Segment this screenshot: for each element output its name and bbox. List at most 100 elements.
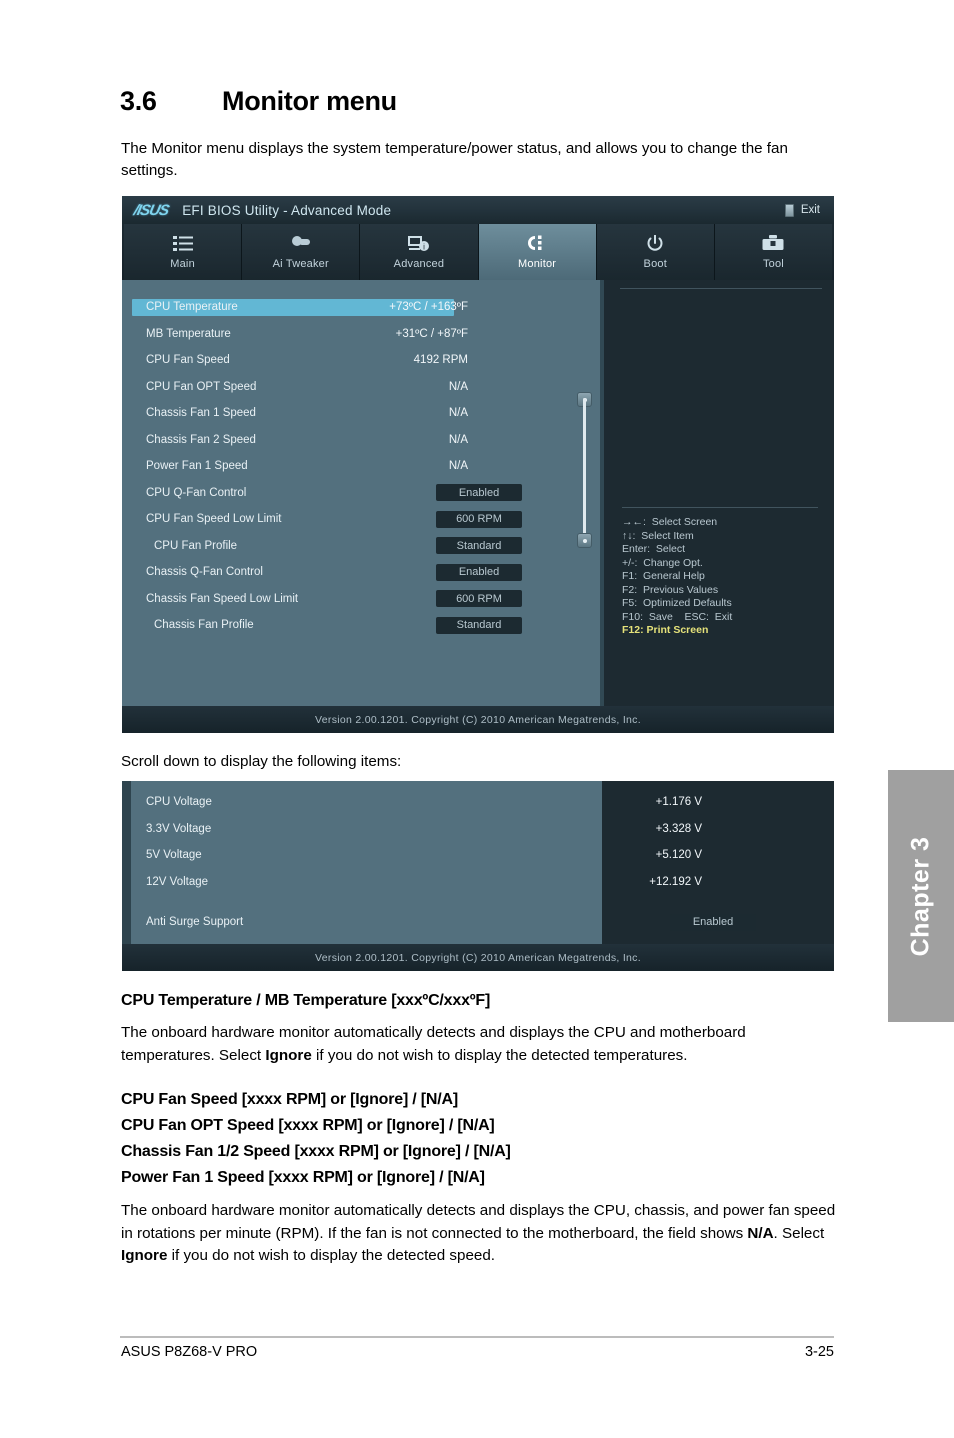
exit-label: Exit xyxy=(800,204,820,216)
setting-label: CPU Fan Speed Low Limit xyxy=(146,513,282,526)
exit-button[interactable]: Exit xyxy=(784,203,820,217)
setting-label: Chassis Fan Profile xyxy=(154,619,254,632)
hotkey-line: +/-: Change Opt. xyxy=(622,556,703,569)
section-number: 3.6 xyxy=(120,86,157,116)
setting-value: N/A xyxy=(448,433,468,446)
bios-voltage-body: CPU Voltage +1.176 V 3.3V Voltage +3.328 V 5… xyxy=(122,781,834,944)
setting-value: +31ºC / +87ºF xyxy=(395,327,468,340)
hotkey-line: F1: General Help xyxy=(622,570,705,582)
bios-screenshot-voltage: CPU Voltage +1.176 V 3.3V Voltage +3.328 V 5… xyxy=(122,781,834,971)
monitor-icon xyxy=(526,234,548,253)
setting-value: N/A xyxy=(448,460,468,473)
scrollbar-down-handle[interactable] xyxy=(577,533,592,548)
bios-tab-boot[interactable]: Boot xyxy=(596,224,715,280)
setting-label: Anti Surge Support xyxy=(146,916,244,929)
setting-value: +1.176 V xyxy=(655,796,702,809)
bios-tab-monitor[interactable]: Monitor xyxy=(478,224,597,280)
bios-setting-row[interactable]: CPU Fan Speed Low Limit 600 RPM xyxy=(122,506,600,533)
bios-setting-row[interactable]: CPU Voltage +1.176 V xyxy=(122,789,834,816)
bios-tab-label: Ai Tweaker xyxy=(272,258,329,270)
setting-label: CPU Fan OPT Speed xyxy=(146,380,257,393)
setting-label: CPU Temperature xyxy=(146,301,238,314)
bios-setting-row[interactable]: Chassis Fan Profile Standard xyxy=(122,612,600,639)
footer-page-number: 3-25 xyxy=(804,1344,834,1360)
heading-cpu-fan-opt-speed: CPU Fan OPT Speed [xxxx RPM] or [Ignore]… xyxy=(121,1117,495,1134)
bios-setting-row[interactable]: CPU Temperature +73ºC / +163ºF xyxy=(122,294,600,321)
para-fan-na: N/A xyxy=(747,1224,774,1242)
bios-body: CPU Temperature +73ºC / +163ºF MB Temperat… xyxy=(122,280,834,706)
hotkey-legend-rule xyxy=(622,507,818,508)
heading-cpu-fan-speed: CPU Fan Speed [xxxx RPM] or [Ignore] / [… xyxy=(121,1091,459,1108)
bios-setting-row[interactable]: Chassis Fan 2 Speed N/A xyxy=(122,427,600,454)
bios-setting-row[interactable]: 12V Voltage +12.192 V xyxy=(122,869,834,896)
para-fan-ignore: Ignore xyxy=(121,1247,168,1264)
setting-value: +73ºC / +163ºF xyxy=(389,301,468,314)
page-title: 3.6 Monitor menu xyxy=(120,86,397,117)
paragraph-temperature: The onboard hardware monitor automatical… xyxy=(121,1022,837,1067)
chapter-tab: Chapter 3 xyxy=(888,770,954,1022)
bios-setting-row[interactable]: 5V Voltage +5.120 V xyxy=(122,842,834,869)
bios-screenshot-monitor: /ISUS EFI BIOS Utility - Advanced Mode E… xyxy=(122,196,834,733)
setting-label: 12V Voltage xyxy=(146,875,209,888)
manual-page: 3.6 Monitor menu The Monitor menu displa… xyxy=(0,0,954,1438)
para-temp-ignore: Ignore xyxy=(265,1046,312,1064)
bios-setting-row[interactable]: Anti Surge Support Enabled xyxy=(122,909,834,936)
hotkey-line: F2: Previous Values xyxy=(622,583,719,596)
setting-label: 5V Voltage xyxy=(146,849,202,862)
bios-tab-tool[interactable]: Tool xyxy=(714,224,833,280)
paragraph-fan-speed: The onboard hardware monitor automatical… xyxy=(121,1200,837,1268)
setting-option-button[interactable]: 600 RPM xyxy=(436,590,522,608)
bios-setting-row[interactable]: Chassis Q-Fan Control Enabled xyxy=(122,559,600,586)
setting-value: 4192 RPM xyxy=(413,354,468,367)
hotkey-line: F10: Save ESC: Exit xyxy=(622,610,733,623)
hotkey-line: Enter: Select xyxy=(622,543,686,555)
setting-label: Chassis Fan Speed Low Limit xyxy=(146,592,299,605)
bios-tab-label: Tool xyxy=(762,258,784,270)
setting-label: CPU Q-Fan Control xyxy=(146,486,247,499)
setting-value: N/A xyxy=(448,380,468,393)
bios-nav-tabs: Main Ai Tweaker i Advanced Monitor Boot Tool xyxy=(122,224,834,280)
bios-title-bar: /ISUS EFI BIOS Utility - Advanced Mode E… xyxy=(122,196,834,224)
setting-label: Chassis Fan 2 Speed xyxy=(146,433,256,446)
bios-tab-label: Boot xyxy=(643,258,667,270)
para-fan-part-a: The onboard hardware monitor automatical… xyxy=(121,1202,836,1242)
footer-product-name: ASUS P8Z68-V PRO xyxy=(121,1344,258,1360)
bios-version-bar: Version 2.00.1201. Copyright (C) 2010 Am… xyxy=(122,706,834,733)
bios-setting-row[interactable]: CPU Fan Profile Standard xyxy=(122,533,600,560)
setting-value: +12.192 V xyxy=(649,875,702,888)
intro-paragraph: The Monitor menu displays the system tem… xyxy=(121,140,788,179)
advanced-icon: i xyxy=(407,234,430,253)
bios-tab-label: Main xyxy=(170,258,195,270)
bios-setting-row[interactable]: CPU Q-Fan Control Enabled xyxy=(122,480,600,507)
tuning-icon xyxy=(290,234,312,253)
setting-value: N/A xyxy=(448,407,468,420)
setting-label: MB Temperature xyxy=(146,327,231,340)
asus-logo: /ISUS xyxy=(132,201,170,219)
toolbox-icon xyxy=(762,234,784,253)
bios-tab-main[interactable]: Main xyxy=(124,224,243,280)
setting-option-button[interactable]: Standard xyxy=(436,537,522,555)
bios-setting-row[interactable]: Chassis Fan 1 Speed N/A xyxy=(122,400,600,427)
setting-label: CPU Fan Profile xyxy=(154,539,238,552)
bios-tab-label: Monitor xyxy=(518,258,557,270)
section-title: Monitor menu xyxy=(222,86,397,116)
hotkey-line: →←: Select Screen xyxy=(622,516,718,528)
bios-tab-advanced[interactable]: i Advanced xyxy=(360,224,479,280)
para-fan-part-c: . Select xyxy=(773,1224,825,1242)
setting-option-button[interactable]: Enabled xyxy=(436,563,522,581)
bios-setting-row[interactable]: CPU Fan OPT Speed N/A xyxy=(122,374,600,401)
bios-setting-row[interactable]: Power Fan 1 Speed N/A xyxy=(122,453,600,480)
help-panel-top-rule xyxy=(620,288,822,289)
setting-option-button[interactable]: Standard xyxy=(436,616,522,634)
setting-option-button[interactable]: Enabled xyxy=(670,913,756,931)
setting-label: 3.3V Voltage xyxy=(146,822,212,835)
heading-power-fan-speed: Power Fan 1 Speed [xxxx RPM] or [Ignore]… xyxy=(121,1169,485,1186)
bios-setting-row[interactable]: CPU Fan Speed 4192 RPM xyxy=(122,347,600,374)
bios-setting-row[interactable]: Chassis Fan Speed Low Limit 600 RPM xyxy=(122,586,600,613)
setting-option-button[interactable]: Enabled xyxy=(436,484,522,502)
scrollbar-track[interactable] xyxy=(583,398,586,538)
bios-setting-row[interactable]: MB Temperature +31ºC / +87ºF xyxy=(122,321,600,348)
bios-tab-ai-tweaker[interactable]: Ai Tweaker xyxy=(242,224,361,280)
setting-option-button[interactable]: 600 RPM xyxy=(436,510,522,528)
bios-setting-row[interactable]: 3.3V Voltage +3.328 V xyxy=(122,816,834,843)
